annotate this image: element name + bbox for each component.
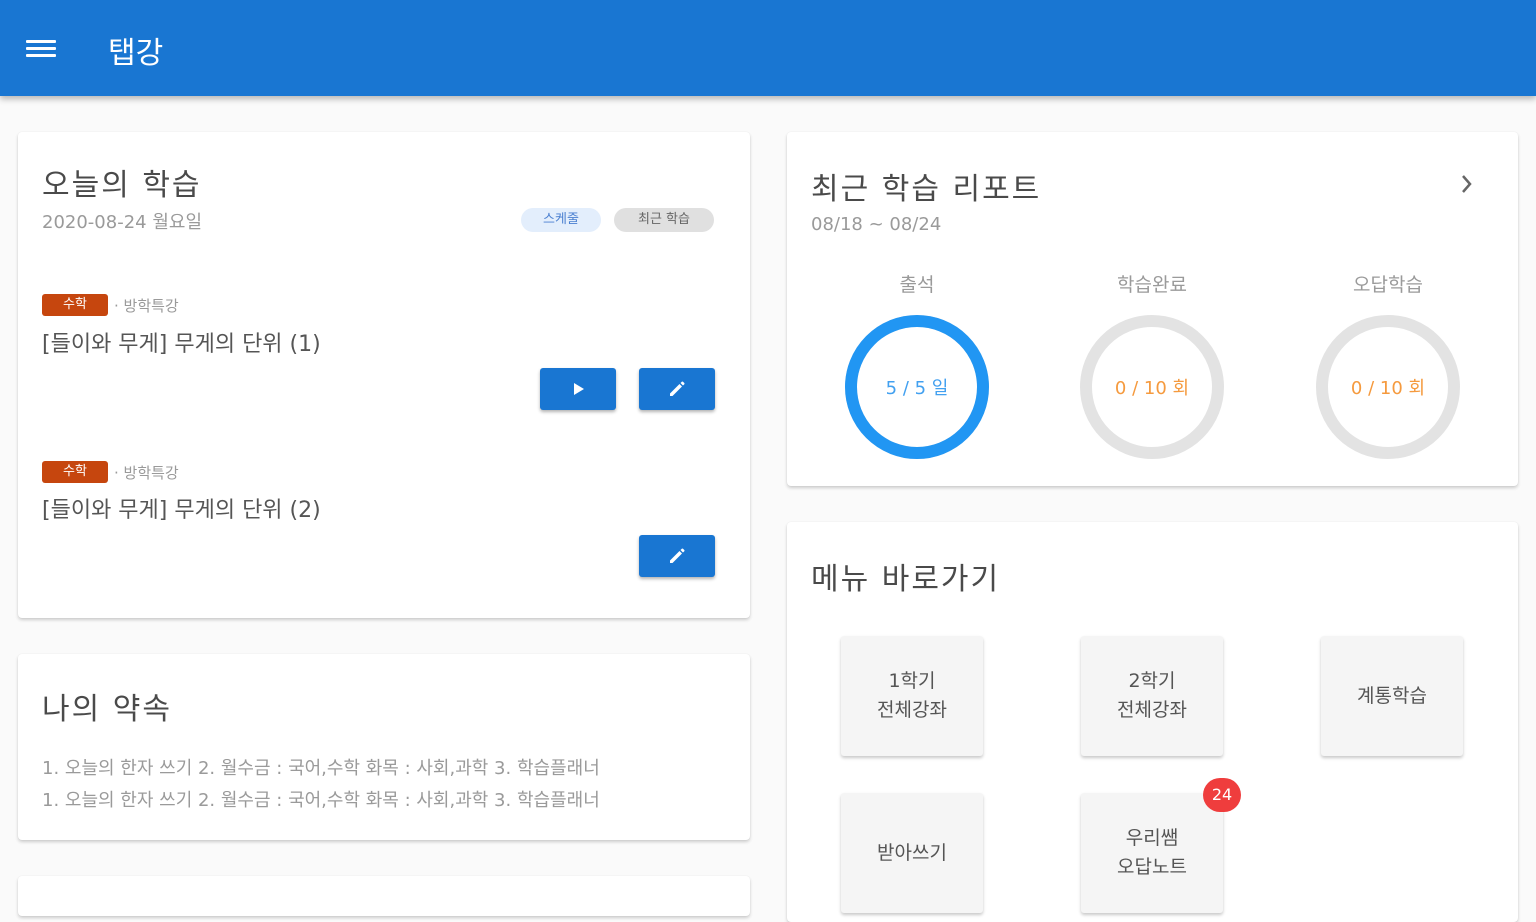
recent-report-card: 최근 학습 리포트 08/18 ~ 08/24 출석 5 / 5 일 학습완료 … (787, 132, 1518, 486)
completion-value: 0 / 10 회 (1114, 378, 1190, 399)
next-card (18, 876, 750, 916)
play-button[interactable] (540, 368, 616, 410)
recent-study-chip[interactable]: 최근 학습 (614, 208, 714, 232)
tile-semester2-courses[interactable]: 2학기 전체강좌 (1081, 636, 1223, 756)
today-study-card: 오늘의 학습 2020-08-24 월요일 스케줄 최근 학습 수학 · 방학특… (18, 132, 750, 618)
promise-line: 1. 오늘의 한자 쓰기 2. 월수금 : 국어,수학 화목 : 사회,과학 3… (42, 758, 600, 779)
lesson-title[interactable]: [들이와 무게] 무게의 단위 (1) (42, 326, 321, 358)
my-promise-card: 나의 약속 1. 오늘의 한자 쓰기 2. 월수금 : 국어,수학 화목 : 사… (18, 654, 750, 840)
wrong-answer-value: 0 / 10 회 (1350, 378, 1426, 399)
subject-tag: 수학 (42, 294, 108, 316)
stat-label-wrong-answer: 오답학습 (1353, 274, 1423, 296)
lesson-title[interactable]: [들이와 무게] 무게의 단위 (2) (42, 492, 321, 524)
tile-systematic-study[interactable]: 계통학습 (1321, 636, 1463, 756)
card-title-promise: 나의 약속 (42, 692, 172, 727)
promise-line: 1. 오늘의 한자 쓰기 2. 월수금 : 국어,수학 화목 : 사회,과학 3… (42, 790, 600, 811)
stat-label-completion: 학습완료 (1117, 274, 1187, 296)
subject-tag: 수학 (42, 461, 108, 483)
pencil-icon (670, 381, 685, 396)
card-title-report: 최근 학습 리포트 (811, 172, 1042, 207)
edit-button[interactable] (639, 368, 715, 410)
card-title-today: 오늘의 학습 (42, 168, 202, 203)
report-range: 08/18 ~ 08/24 (811, 214, 942, 235)
tile-semester1-courses[interactable]: 1학기 전체강좌 (841, 636, 983, 756)
attendance-value: 5 / 5 일 (885, 378, 949, 399)
card-title-menu: 메뉴 바로가기 (811, 562, 1001, 597)
menu-icon[interactable] (24, 34, 60, 64)
chevron-right-icon[interactable] (1455, 170, 1479, 198)
lesson-category: · 방학특강 (114, 297, 179, 315)
tile-wrong-answer-note[interactable]: 우리쌤 오답노트 (1081, 793, 1223, 913)
schedule-chip[interactable]: 스케줄 (521, 208, 601, 232)
lesson-category: · 방학특강 (114, 464, 179, 482)
app-title: 탭강 (108, 36, 164, 71)
stat-label-attendance: 출석 (899, 274, 935, 296)
pencil-icon (670, 548, 685, 563)
edit-button[interactable] (639, 535, 715, 577)
notification-badge: 24 (1203, 778, 1241, 812)
play-icon (574, 383, 584, 395)
today-date: 2020-08-24 월요일 (42, 212, 203, 233)
app-bar: 탭강 (0, 0, 1536, 96)
tile-dictation[interactable]: 받아쓰기 (841, 793, 983, 913)
